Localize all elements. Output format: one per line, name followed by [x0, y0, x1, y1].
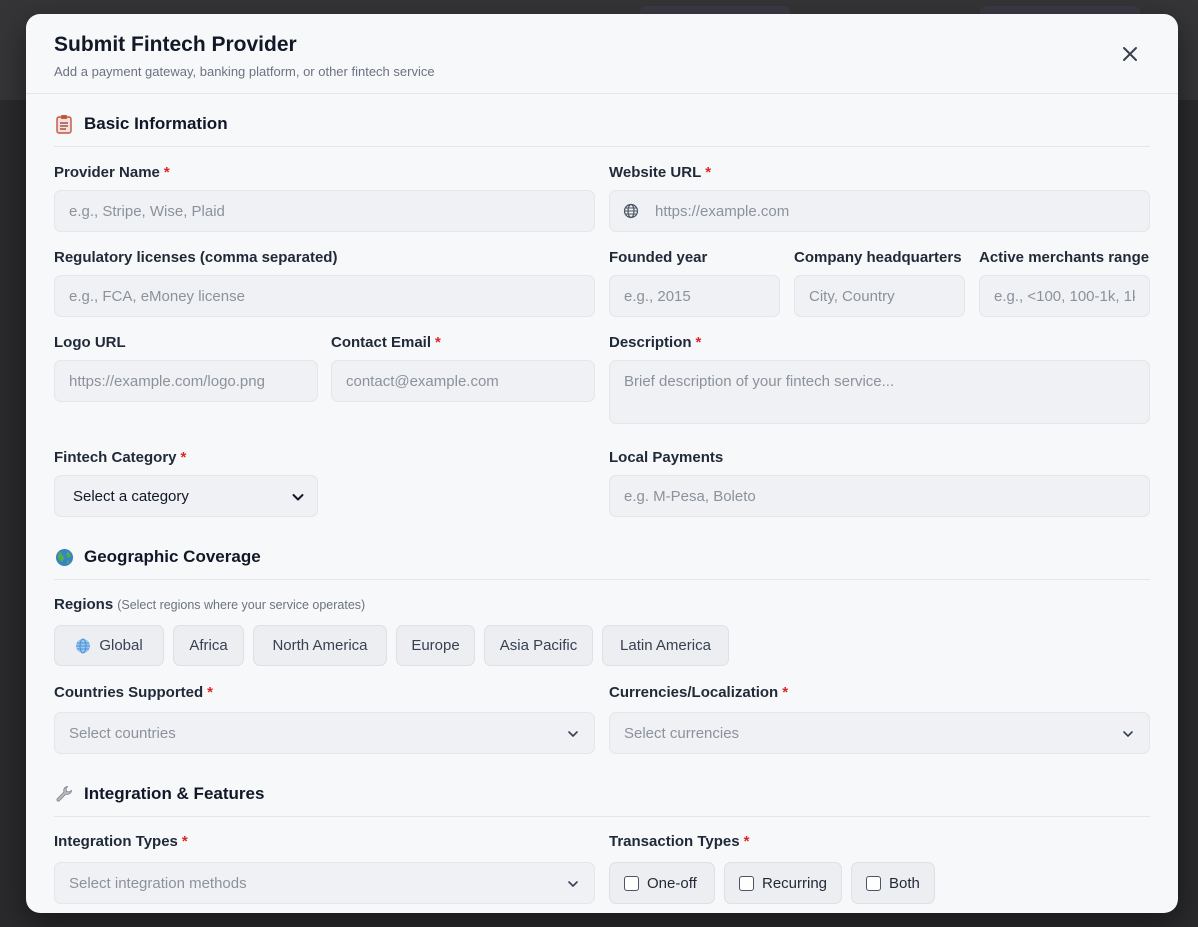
regions-label: Regions (Select regions where your servic…: [54, 596, 365, 613]
modal-title: Submit Fintech Provider: [54, 33, 297, 56]
region-chip-label: North America: [272, 637, 368, 654]
modal-header: Submit Fintech Provider Add a payment ga…: [26, 14, 1178, 94]
provider-name-input[interactable]: [54, 190, 595, 232]
transaction-option-recurring[interactable]: Recurring: [724, 862, 842, 904]
licenses-label: Regulatory licenses (comma separated): [54, 249, 338, 266]
integration-types-placeholder: Select integration methods: [69, 874, 247, 892]
required-marker: *: [695, 334, 702, 351]
transaction-option-label: Both: [889, 874, 920, 892]
submit-provider-modal: Submit Fintech Provider Add a payment ga…: [26, 14, 1178, 913]
region-chip-africa[interactable]: Africa: [173, 625, 244, 666]
region-chip-label: Global: [99, 637, 143, 654]
headquarters-label: Company headquarters: [794, 249, 962, 266]
category-select[interactable]: Select a category: [54, 475, 318, 517]
contact-email-label: Contact Email *: [331, 334, 441, 351]
currencies-label: Currencies/Localization *: [609, 684, 788, 701]
divider: [54, 579, 1150, 580]
section-basic-information: Basic Information: [54, 114, 228, 134]
wrench-icon: [54, 784, 74, 804]
countries-multiselect[interactable]: Select countries: [54, 712, 595, 754]
required-marker: *: [435, 334, 441, 351]
region-chip-label: Latin America: [620, 637, 711, 654]
transaction-option-both[interactable]: Both: [851, 862, 935, 904]
checkbox[interactable]: [624, 875, 639, 891]
section-integration-features: Integration & Features: [54, 784, 264, 804]
regions-label-text: Regions: [54, 596, 114, 613]
required-marker: *: [163, 164, 170, 181]
region-chip-latin-america[interactable]: Latin America: [602, 625, 729, 666]
website-url-label-text: Website URL: [609, 164, 702, 181]
provider-name-label-text: Provider Name: [54, 164, 160, 181]
regions-hint: (Select regions where your service opera…: [117, 598, 366, 612]
licenses-input[interactable]: [54, 275, 595, 317]
local-payments-input[interactable]: [609, 475, 1150, 517]
integration-types-multiselect[interactable]: Select integration methods: [54, 862, 595, 904]
local-payments-label: Local Payments: [609, 449, 724, 466]
region-chip-label: Europe: [411, 637, 460, 654]
chevron-down-icon: [568, 731, 578, 737]
integration-types-label: Integration Types *: [54, 833, 188, 850]
website-url-input[interactable]: [609, 190, 1150, 232]
category-label-text: Fintech Category: [54, 449, 177, 466]
countries-label: Countries Supported *: [54, 684, 213, 701]
modal-subtitle: Add a payment gateway, banking platform,…: [54, 64, 435, 79]
section-geographic-coverage: Geographic Coverage: [54, 547, 261, 567]
transaction-option-one-off[interactable]: One-off: [609, 862, 715, 904]
website-url-label: Website URL *: [609, 164, 711, 181]
category-label: Fintech Category *: [54, 449, 186, 466]
currencies-multiselect[interactable]: Select currencies: [609, 712, 1150, 754]
divider: [54, 816, 1150, 817]
earth-globe-icon: [54, 547, 74, 567]
required-marker: *: [181, 833, 188, 850]
transaction-option-label: One-off: [647, 874, 697, 892]
required-marker: *: [180, 449, 187, 466]
merchants-range-label: Active merchants range: [979, 249, 1150, 266]
transaction-option-label: Recurring: [762, 874, 828, 892]
logo-url-label: Logo URL: [54, 334, 126, 351]
contact-email-input[interactable]: [331, 360, 595, 402]
integration-types-label-text: Integration Types: [54, 833, 178, 850]
countries-label-text: Countries Supported: [54, 684, 204, 701]
region-chip-europe[interactable]: Europe: [396, 625, 475, 666]
globe-icon: [623, 203, 639, 219]
description-label-text: Description: [609, 334, 692, 351]
category-select-value: Select a category: [73, 487, 189, 505]
required-marker: *: [207, 684, 214, 701]
chevron-down-icon: [568, 881, 578, 887]
close-icon: [1123, 47, 1137, 61]
clipboard-icon: [54, 114, 74, 134]
region-chip-label: Asia Pacific: [499, 637, 578, 654]
headquarters-input[interactable]: [794, 275, 965, 317]
required-marker: *: [705, 164, 712, 181]
divider: [54, 146, 1150, 147]
currencies-label-text: Currencies/Localization: [609, 684, 779, 701]
region-chip-label: Africa: [189, 637, 228, 654]
countries-placeholder: Select countries: [69, 724, 176, 742]
checkbox[interactable]: [866, 875, 881, 891]
section-integration-label: Integration & Features: [84, 784, 265, 803]
close-button[interactable]: [1118, 42, 1142, 66]
contact-email-label-text: Contact Email: [331, 334, 432, 351]
region-chip-global[interactable]: Global: [54, 625, 164, 666]
required-marker: *: [743, 833, 750, 850]
section-basic-label: Basic Information: [84, 114, 228, 133]
checkbox[interactable]: [739, 875, 754, 891]
region-chip-north-america[interactable]: North America: [253, 625, 387, 666]
required-marker: *: [782, 684, 789, 701]
provider-name-label: Provider Name *: [54, 164, 170, 181]
region-chip-asia-pacific[interactable]: Asia Pacific: [484, 625, 593, 666]
logo-url-input[interactable]: [54, 360, 318, 402]
chevron-down-icon: [292, 494, 304, 501]
currencies-placeholder: Select currencies: [624, 724, 740, 742]
chevron-down-icon: [1123, 731, 1133, 737]
transaction-types-label: Transaction Types *: [609, 833, 749, 850]
founded-year-label: Founded year: [609, 249, 708, 266]
description-textarea[interactable]: [609, 360, 1150, 424]
section-geo-label: Geographic Coverage: [84, 547, 261, 566]
globe-icon: [76, 638, 91, 653]
description-label: Description *: [609, 334, 701, 351]
transaction-types-label-text: Transaction Types: [609, 833, 740, 850]
merchants-range-input[interactable]: [979, 275, 1150, 317]
founded-year-input[interactable]: [609, 275, 780, 317]
